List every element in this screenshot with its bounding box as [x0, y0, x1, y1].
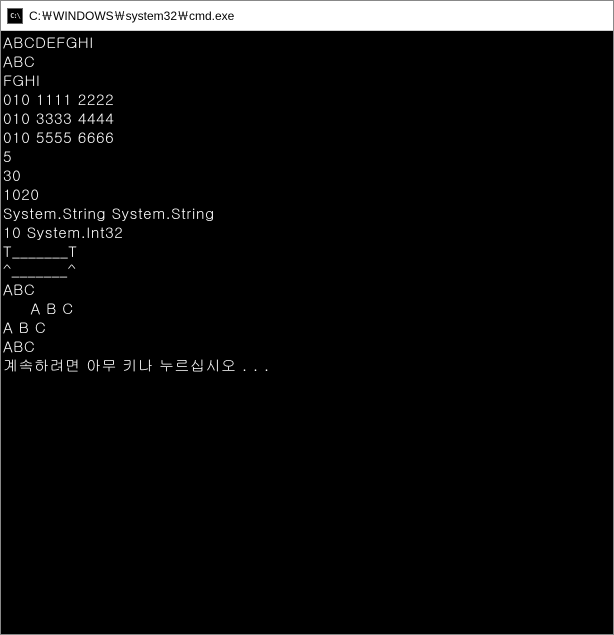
console-line: 30 [3, 166, 611, 185]
console-line: 010 1111 2222 [3, 90, 611, 109]
console-line: ABC [3, 337, 611, 356]
console-line: 10 System.Int32 [3, 223, 611, 242]
console-line: System.String System.String [3, 204, 611, 223]
console-line: ABCDEFGHI [3, 33, 611, 52]
console-line: 010 5555 6666 [3, 128, 611, 147]
window-title: C:￦WINDOWS￦system32￦cmd.exe [29, 7, 234, 24]
titlebar[interactable]: C:\ C:￦WINDOWS￦system32￦cmd.exe [1, 1, 613, 31]
console-line: FGHI [3, 71, 611, 90]
console-line: A B C [3, 318, 611, 337]
console-output[interactable]: ABCDEFGHIABCFGHI010 1111 2222010 3333 44… [1, 31, 613, 634]
console-line: ^_______^ [3, 261, 611, 280]
console-line: ABC [3, 280, 611, 299]
console-line: ABC [3, 52, 611, 71]
console-line: 010 3333 4444 [3, 109, 611, 128]
cmd-window: C:\ C:￦WINDOWS￦system32￦cmd.exe ABCDEFGH… [0, 0, 614, 635]
console-line: T_______T [3, 242, 611, 261]
console-line: A B C [3, 299, 611, 318]
cmd-icon: C:\ [7, 8, 23, 24]
console-line: 계속하려면 아무 키나 누르십시오 . . . [3, 356, 611, 375]
console-line: 1020 [3, 185, 611, 204]
console-line: 5 [3, 147, 611, 166]
